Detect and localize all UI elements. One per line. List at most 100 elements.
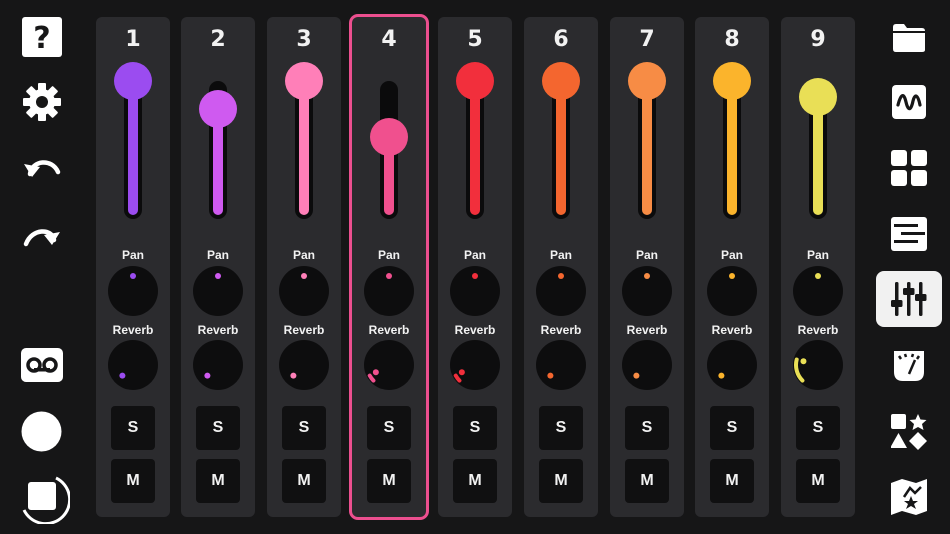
volume-fader-thumb[interactable]: [114, 62, 152, 100]
piano-roll-button[interactable]: [876, 206, 942, 262]
solo-button[interactable]: S: [796, 406, 840, 450]
mixer-button[interactable]: [876, 271, 942, 327]
reverb-knob[interactable]: [364, 340, 414, 390]
tape-icon[interactable]: [21, 348, 63, 382]
shapes-icon: [891, 414, 927, 450]
pan-knob[interactable]: [193, 266, 243, 316]
knob-indicator: [547, 372, 554, 379]
stop-button[interactable]: [16, 470, 70, 524]
knob-indicator: [290, 372, 297, 379]
channel-number[interactable]: 4: [352, 27, 426, 52]
volume-fader-thumb[interactable]: [285, 62, 323, 100]
channel-strip-4: 4 Pan Reverb S M: [352, 17, 426, 517]
channel-number[interactable]: 9: [781, 27, 855, 52]
solo-button[interactable]: S: [710, 406, 754, 450]
volume-fader-thumb[interactable]: [456, 62, 494, 100]
volume-fader-thumb[interactable]: [799, 77, 837, 116]
mute-button[interactable]: M: [367, 459, 411, 503]
solo-button[interactable]: S: [111, 406, 155, 450]
solo-button[interactable]: S: [625, 406, 669, 450]
volume-fader-thumb[interactable]: [370, 118, 408, 157]
knob-indicator: [119, 372, 126, 379]
reverb-arc: [367, 373, 376, 383]
knob-indicator: [386, 273, 392, 279]
undo-icon[interactable]: [22, 152, 62, 186]
mute-button[interactable]: M: [453, 459, 497, 503]
reverb-knob[interactable]: [622, 340, 672, 390]
mute-button[interactable]: M: [539, 459, 583, 503]
solo-button[interactable]: S: [196, 406, 240, 450]
knob-indicator: [815, 273, 821, 279]
volume-fader-track[interactable]: [466, 81, 484, 219]
pan-knob[interactable]: [707, 266, 757, 316]
solo-button[interactable]: S: [367, 406, 411, 450]
channel-strip-2: 2 Pan Reverb S M: [181, 17, 255, 517]
mute-button[interactable]: M: [196, 459, 240, 503]
reverb-knob[interactable]: [793, 340, 843, 390]
mute-button[interactable]: M: [710, 459, 754, 503]
meter-icon: [894, 351, 924, 381]
solo-button[interactable]: S: [453, 406, 497, 450]
waveform-button[interactable]: [876, 74, 942, 130]
channel-strip-1: 1 Pan Reverb S M: [96, 17, 170, 517]
record-button[interactable]: [21, 411, 62, 452]
volume-fader-fill: [642, 81, 652, 215]
solo-button[interactable]: S: [282, 406, 326, 450]
pan-knob[interactable]: [450, 266, 500, 316]
help-icon[interactable]: ?: [22, 17, 62, 57]
meter-button[interactable]: [876, 338, 942, 394]
reverb-label: Reverb: [797, 323, 839, 337]
volume-fader-track[interactable]: [124, 81, 142, 219]
channel-number[interactable]: 8: [695, 27, 769, 52]
channel-number[interactable]: 5: [438, 27, 512, 52]
volume-fader-track[interactable]: [295, 81, 313, 219]
mute-button[interactable]: M: [111, 459, 155, 503]
reverb-knob[interactable]: [279, 340, 329, 390]
map-button[interactable]: [876, 469, 942, 525]
pan-knob[interactable]: [108, 266, 158, 316]
shapes-button[interactable]: [876, 404, 942, 460]
pads-button[interactable]: [876, 140, 942, 196]
volume-fader-thumb[interactable]: [713, 62, 751, 100]
reverb-knob[interactable]: [108, 340, 158, 390]
pan-knob[interactable]: [793, 266, 843, 316]
pan-knob[interactable]: [622, 266, 672, 316]
reverb-knob[interactable]: [193, 340, 243, 390]
channel-number[interactable]: 7: [610, 27, 684, 52]
reverb-label: Reverb: [368, 323, 410, 337]
channel-number[interactable]: 6: [524, 27, 598, 52]
mute-button[interactable]: M: [282, 459, 326, 503]
reverb-knob[interactable]: [536, 340, 586, 390]
volume-fader-thumb[interactable]: [199, 90, 237, 129]
gear-icon[interactable]: [22, 82, 62, 122]
reverb-label: Reverb: [454, 323, 496, 337]
mute-button[interactable]: M: [796, 459, 840, 503]
pan-knob[interactable]: [364, 266, 414, 316]
solo-button[interactable]: S: [539, 406, 583, 450]
volume-fader-track[interactable]: [723, 81, 741, 219]
redo-icon[interactable]: [22, 218, 62, 252]
channel-number[interactable]: 1: [96, 27, 170, 52]
reverb-label: Reverb: [197, 323, 239, 337]
pan-label: Pan: [206, 248, 229, 262]
channel-number[interactable]: 3: [267, 27, 341, 52]
mute-button[interactable]: M: [625, 459, 669, 503]
pan-knob[interactable]: [536, 266, 586, 316]
folder-button[interactable]: [876, 10, 942, 66]
volume-fader-thumb[interactable]: [542, 62, 580, 100]
volume-fader-thumb[interactable]: [628, 62, 666, 100]
reverb-knob[interactable]: [707, 340, 757, 390]
pan-label: Pan: [121, 248, 144, 262]
volume-fader-fill: [299, 81, 309, 215]
pan-knob[interactable]: [279, 266, 329, 316]
channel-number[interactable]: 2: [181, 27, 255, 52]
knob-indicator: [633, 372, 640, 379]
pan-label: Pan: [635, 248, 658, 262]
volume-fader-track[interactable]: [638, 81, 656, 219]
knob-indicator: [130, 273, 136, 279]
stop-icon: [22, 476, 70, 524]
reverb-label: Reverb: [540, 323, 582, 337]
reverb-knob[interactable]: [450, 340, 500, 390]
volume-fader-track[interactable]: [552, 81, 570, 219]
volume-fader-fill: [556, 81, 566, 215]
